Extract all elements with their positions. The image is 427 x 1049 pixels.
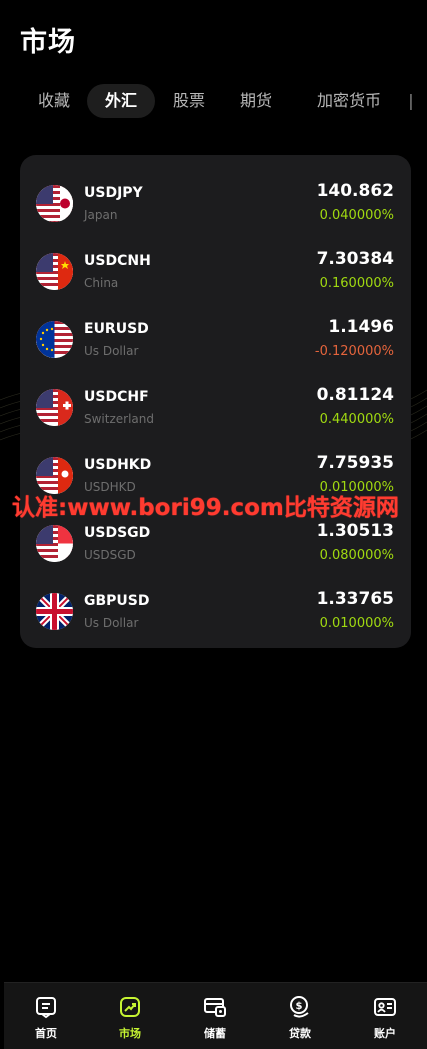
quote-change: -0.120000% — [314, 344, 394, 359]
quote-price: 1.30513 — [316, 521, 394, 541]
quote-row-gbpusd[interactable]: GBPUSD Us Dollar 1.33765 0.010000% — [20, 585, 411, 653]
page-title: 市场 — [20, 27, 76, 58]
quote-symbol: USDCHF — [84, 389, 149, 405]
app-screen: 市场 收藏 外汇 股票 期货 加密货币 | USDJPY Japan 140.8… — [0, 0, 427, 1049]
savings-icon — [204, 998, 226, 1017]
quote-row-usdsgd[interactable]: USDSGD USDSGD 1.30513 0.080000% — [20, 517, 411, 585]
tab-crypto[interactable]: 加密货币 — [301, 84, 397, 118]
quote-row-eurusd[interactable]: EURUSD Us Dollar 1.1496 -0.120000% — [20, 313, 411, 381]
svg-text:$: $ — [296, 1001, 303, 1012]
quote-symbol: USDJPY — [84, 185, 143, 201]
quote-name: China — [84, 276, 119, 290]
quote-name: Us Dollar — [84, 344, 139, 358]
nav-market[interactable]: 市场 — [95, 995, 165, 1041]
tab-stocks[interactable]: 股票 — [156, 84, 222, 118]
quote-change: 0.010000% — [319, 616, 394, 631]
us-jp-flag-icon — [36, 185, 73, 222]
quote-name: Us Dollar — [84, 616, 139, 630]
gb-us-flag-icon — [36, 593, 73, 630]
nav-loan[interactable]: $ 贷款 — [265, 995, 335, 1041]
us-ch-flag-icon — [36, 389, 73, 426]
us-sg-flag-icon — [36, 525, 73, 562]
quote-name: USDSGD — [84, 548, 136, 562]
nav-label: 账户 — [374, 1027, 396, 1040]
eu-us-flag-icon — [36, 321, 73, 358]
loan-icon: $ — [290, 996, 309, 1018]
quote-symbol: USDCNH — [84, 253, 151, 269]
quote-symbol: USDHKD — [84, 457, 152, 473]
nav-label: 市场 — [119, 1027, 141, 1040]
quote-name: Japan — [84, 208, 118, 222]
quote-price: 1.1496 — [328, 317, 394, 337]
nav-label: 储蓄 — [204, 1027, 226, 1040]
tab-more-indicator: | — [408, 91, 414, 110]
tab-favorites[interactable]: 收藏 — [22, 84, 86, 118]
nav-label: 首页 — [35, 1027, 57, 1040]
nav-label: 贷款 — [289, 1027, 311, 1040]
quote-price: 1.33765 — [316, 589, 394, 609]
quote-price: 7.30384 — [316, 249, 394, 269]
tab-forex[interactable]: 外汇 — [87, 84, 155, 118]
quote-row-usdcnh[interactable]: USDCNH China 7.30384 0.160000% — [20, 245, 411, 313]
quote-price: 140.862 — [316, 181, 394, 201]
quote-row-usdchf[interactable]: USDCHF Switzerland 0.81124 0.440000% — [20, 381, 411, 449]
market-icon — [120, 997, 140, 1017]
quote-change: 0.160000% — [319, 276, 394, 291]
quote-change: 0.440000% — [319, 412, 394, 427]
us-cn-flag-icon — [36, 253, 73, 290]
quote-list-card: USDJPY Japan 140.862 0.040000% USDCNH Ch… — [20, 155, 411, 648]
quote-change: 0.080000% — [319, 548, 394, 563]
nav-account[interactable]: 账户 — [350, 995, 420, 1041]
category-tabs: 收藏 外汇 股票 期货 加密货币 | — [22, 84, 427, 118]
quote-name: Switzerland — [84, 412, 154, 426]
home-icon — [36, 997, 56, 1019]
watermark-text: 认准:www.bori99.com比特资源网 — [12, 495, 399, 521]
nav-savings[interactable]: 储蓄 — [180, 995, 250, 1041]
quote-change: 0.040000% — [319, 208, 394, 223]
nav-home[interactable]: 首页 — [11, 995, 81, 1041]
quote-symbol: USDSGD — [84, 525, 151, 541]
bottom-navigation: 首页 市场 储蓄 $ 贷款 账户 — [4, 982, 427, 1049]
quote-symbol: EURUSD — [84, 321, 149, 337]
quote-price: 7.75935 — [316, 453, 394, 473]
tab-futures[interactable]: 期货 — [223, 84, 289, 118]
quote-price: 0.81124 — [316, 385, 394, 405]
quote-symbol: GBPUSD — [84, 593, 150, 609]
account-icon — [374, 998, 396, 1016]
quote-row-usdjpy[interactable]: USDJPY Japan 140.862 0.040000% — [20, 177, 411, 245]
